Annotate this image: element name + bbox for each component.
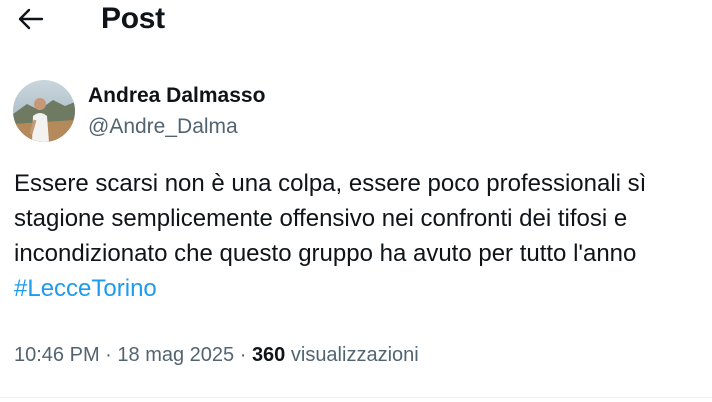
tweet-line: incondizionato che questo gruppo ha avut…: [14, 240, 637, 267]
author-display-name[interactable]: Andrea Dalmasso: [88, 83, 265, 109]
tweet-line: Essere scarsi non è una colpa, essere po…: [14, 170, 647, 197]
profile-photo: [13, 80, 75, 142]
arrow-left-icon: [18, 8, 44, 30]
tweet-line: stagione semplicemente offensivo nei con…: [14, 205, 628, 232]
avatar[interactable]: [13, 80, 75, 142]
hashtag-link[interactable]: #LecceTorino: [14, 275, 157, 302]
page-title: Post: [101, 2, 165, 35]
tweet-date[interactable]: 18 mag 2025: [117, 344, 234, 366]
meta-separator: ·: [234, 344, 252, 366]
views-label: visualizzazioni: [285, 344, 419, 366]
back-button[interactable]: [16, 4, 46, 34]
tweet-meta: 10:46 PM · 18 mag 2025 · 360 visualizzaz…: [14, 341, 419, 369]
top-bar: Post: [0, 0, 712, 42]
divider: [0, 397, 712, 398]
meta-separator: ·: [99, 344, 118, 366]
views-count: 360: [251, 344, 286, 366]
tweet-text: Essere scarsi non è una colpa, essere po…: [14, 166, 712, 306]
author-handle[interactable]: @Andre_Dalma: [88, 114, 238, 140]
tweet-time[interactable]: 10:46 PM: [14, 344, 100, 366]
